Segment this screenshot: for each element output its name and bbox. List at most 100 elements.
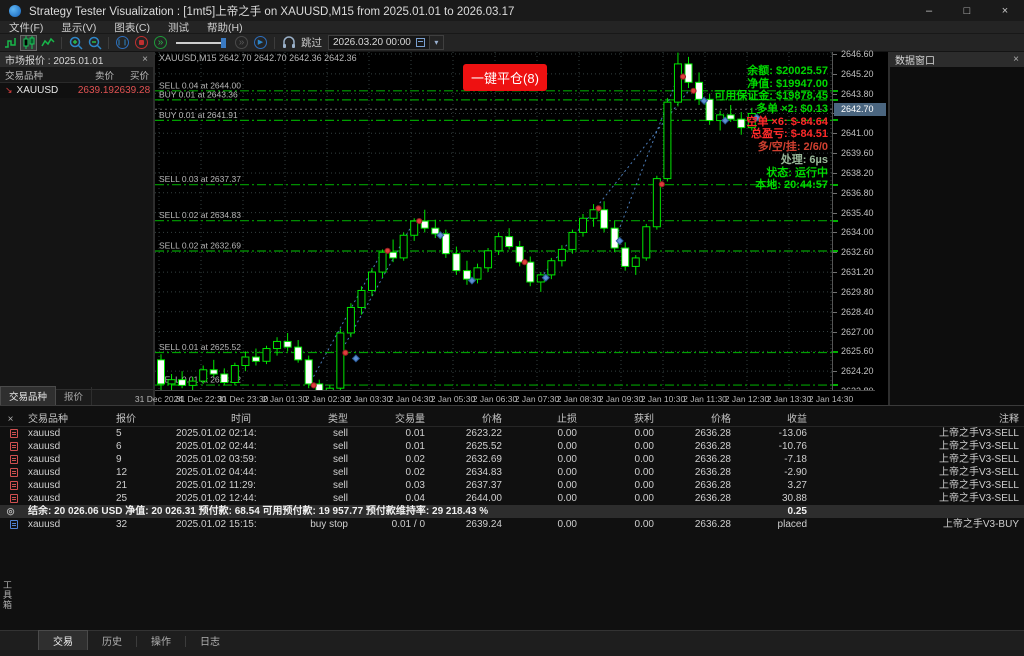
menu-item-2[interactable]: 图表(C) [105,20,159,35]
position-price-mark [833,119,838,121]
mw-col-ask: 买价 [114,68,152,82]
candle-body [358,290,365,307]
col-header-9[interactable]: 收益 [736,413,812,426]
col-header-4[interactable]: 交易量 [353,413,430,426]
cell-tp: 0.00 [582,518,659,531]
position-doc-icon [0,466,26,479]
trade-table-row[interactable]: xauusd212025.01.02 11:29:...sell0.032637… [0,479,1024,492]
pause-button[interactable]: ❙❙ [114,35,131,51]
price-tick-label: 2632.60 [841,247,874,257]
slider-thumb[interactable] [221,38,226,48]
col-header-0[interactable]: 交易品种 [26,413,114,426]
price-tick-mark [833,332,837,333]
close-button[interactable]: × [986,0,1024,21]
candle-body [337,333,344,388]
skip-to-end-icon: ▶ [254,36,267,49]
line-chart-icon [41,36,55,49]
menu-item-3[interactable]: 测试 [159,20,198,35]
candle-body [442,234,449,254]
candle-body [210,370,217,374]
cell-volume: 0.02 [353,466,430,479]
line-chart-button[interactable] [39,35,56,51]
cell-comment: 上帝之手V3-SELL [812,440,1024,453]
col-header-6[interactable]: 止损 [507,413,582,426]
cell-symbol: xauusd [26,440,114,453]
cell-sl: 0.00 [507,440,582,453]
bars-chart-button[interactable] [1,35,18,51]
zoom-out-button[interactable] [86,35,103,51]
skip-date-value: 2026.03.20 00:00 [333,37,411,48]
ea-info-line-2: 可用保证金: $19878.45 [714,90,828,103]
candle-body [168,380,175,384]
col-header-7[interactable]: 获利 [582,413,659,426]
trade-table-row[interactable]: xauusd122025.01.02 04:44:...sell0.022634… [0,466,1024,479]
col-header-2[interactable]: 时间 [176,413,256,426]
mw-col-bid: 卖价 [70,68,114,82]
trade-table-close-icon[interactable]: × [0,413,26,426]
time-axis[interactable]: 31 Dec 202431 Dec 22:3031 Dec 23:302 Jan… [155,390,875,405]
data-window-close-icon[interactable]: × [1013,54,1019,65]
toolbox-tab-交易[interactable]: 交易 [38,630,88,650]
price-axis[interactable]: 2646.602645.202643.802642.402641.002639.… [832,52,888,405]
price-tick-mark [833,312,837,313]
market-watch-tab-报价[interactable]: 报价 [56,387,92,405]
cell-volume: 0.03 [353,479,430,492]
cell-symbol: xauusd [26,466,114,479]
market-watch-close-icon[interactable]: × [142,54,148,65]
col-header-10[interactable]: 注释 [812,413,1024,426]
trade-table-row[interactable]: xauusd62025.01.02 02:44:...sell0.012625.… [0,440,1024,453]
menu-item-4[interactable]: 帮助(H) [198,20,252,35]
price-tick-label: 2634.00 [841,227,874,237]
cell-symbol: xauusd [26,427,114,440]
market-watch-rows: ↘XAUUSD2639.192639.28 [0,83,153,98]
candle-body [580,218,587,232]
pending-order-row[interactable]: xauusd322025.01.02 15:15:...buy stop0.01… [0,518,1024,531]
market-watch-tab-交易品种[interactable]: 交易品种 [0,386,56,405]
close-all-positions-button[interactable]: 一键平仓(8) [463,64,547,91]
toolbox-tab-日志[interactable]: 日志 [186,631,234,650]
cell-sl: 0.00 [507,479,582,492]
speed-slider[interactable] [176,37,226,49]
skip-to-end-button[interactable]: ▶ [252,35,269,51]
trade-table-row[interactable]: xauusd252025.01.02 12:44:...sell0.042644… [0,492,1024,505]
cell-type: sell [256,427,353,440]
date-dropdown-button[interactable]: ▾ [430,35,444,50]
chart-area[interactable]: SELL 0.04 at 2644.00BUY 0.01 at 2643.36B… [155,52,832,390]
trade-table-row[interactable]: xauusd52025.01.02 02:14:...sell0.012623.… [0,427,1024,440]
col-header-8[interactable]: 价格 [659,413,736,426]
candle-body [347,307,354,332]
headset-button[interactable] [280,35,297,51]
skip-date-input[interactable]: 2026.03.20 00:00 [328,35,430,50]
cell-sl: 0.00 [507,427,582,440]
cell-volume: 0.02 [353,453,430,466]
candle-body [463,271,470,279]
zoom-in-button[interactable] [67,35,84,51]
summary-profit: 0.25 [736,505,812,518]
col-header-5[interactable]: 价格 [430,413,507,426]
fast-forward-button[interactable]: » [152,35,169,51]
candle-body [601,210,608,228]
trade-table-rows: xauusd52025.01.02 02:14:...sell0.012623.… [0,427,1024,531]
candlestick-chart-button[interactable] [20,35,37,51]
menu-item-0[interactable]: 文件(F) [0,20,52,35]
candle-body [231,366,238,383]
candle-body [569,232,576,249]
col-header-3[interactable]: 类型 [256,413,353,426]
ea-info-line-9: 本地: 20:44:57 [714,179,828,192]
minimize-button[interactable]: – [910,0,948,21]
price-tick-mark [833,252,837,253]
cell-deal: 6 [114,440,176,453]
price-tick-mark [833,193,837,194]
toolbox-tab-历史[interactable]: 历史 [88,631,136,650]
price-tick-label: 2646.60 [841,49,874,59]
stop-button[interactable] [133,35,150,51]
menu-item-1[interactable]: 显示(V) [52,20,105,35]
cell-time: 2025.01.02 02:44:... [176,440,256,453]
maximize-button[interactable]: □ [948,0,986,21]
candle-body [421,221,428,228]
col-header-1[interactable]: 报价 [114,413,176,426]
toolbox-tab-操作[interactable]: 操作 [137,631,185,650]
cell-current-price: 2636.28 [659,479,736,492]
trade-table-row[interactable]: xauusd92025.01.02 03:59:...sell0.022632.… [0,453,1024,466]
market-watch-row[interactable]: ↘XAUUSD2639.192639.28 [0,83,153,98]
